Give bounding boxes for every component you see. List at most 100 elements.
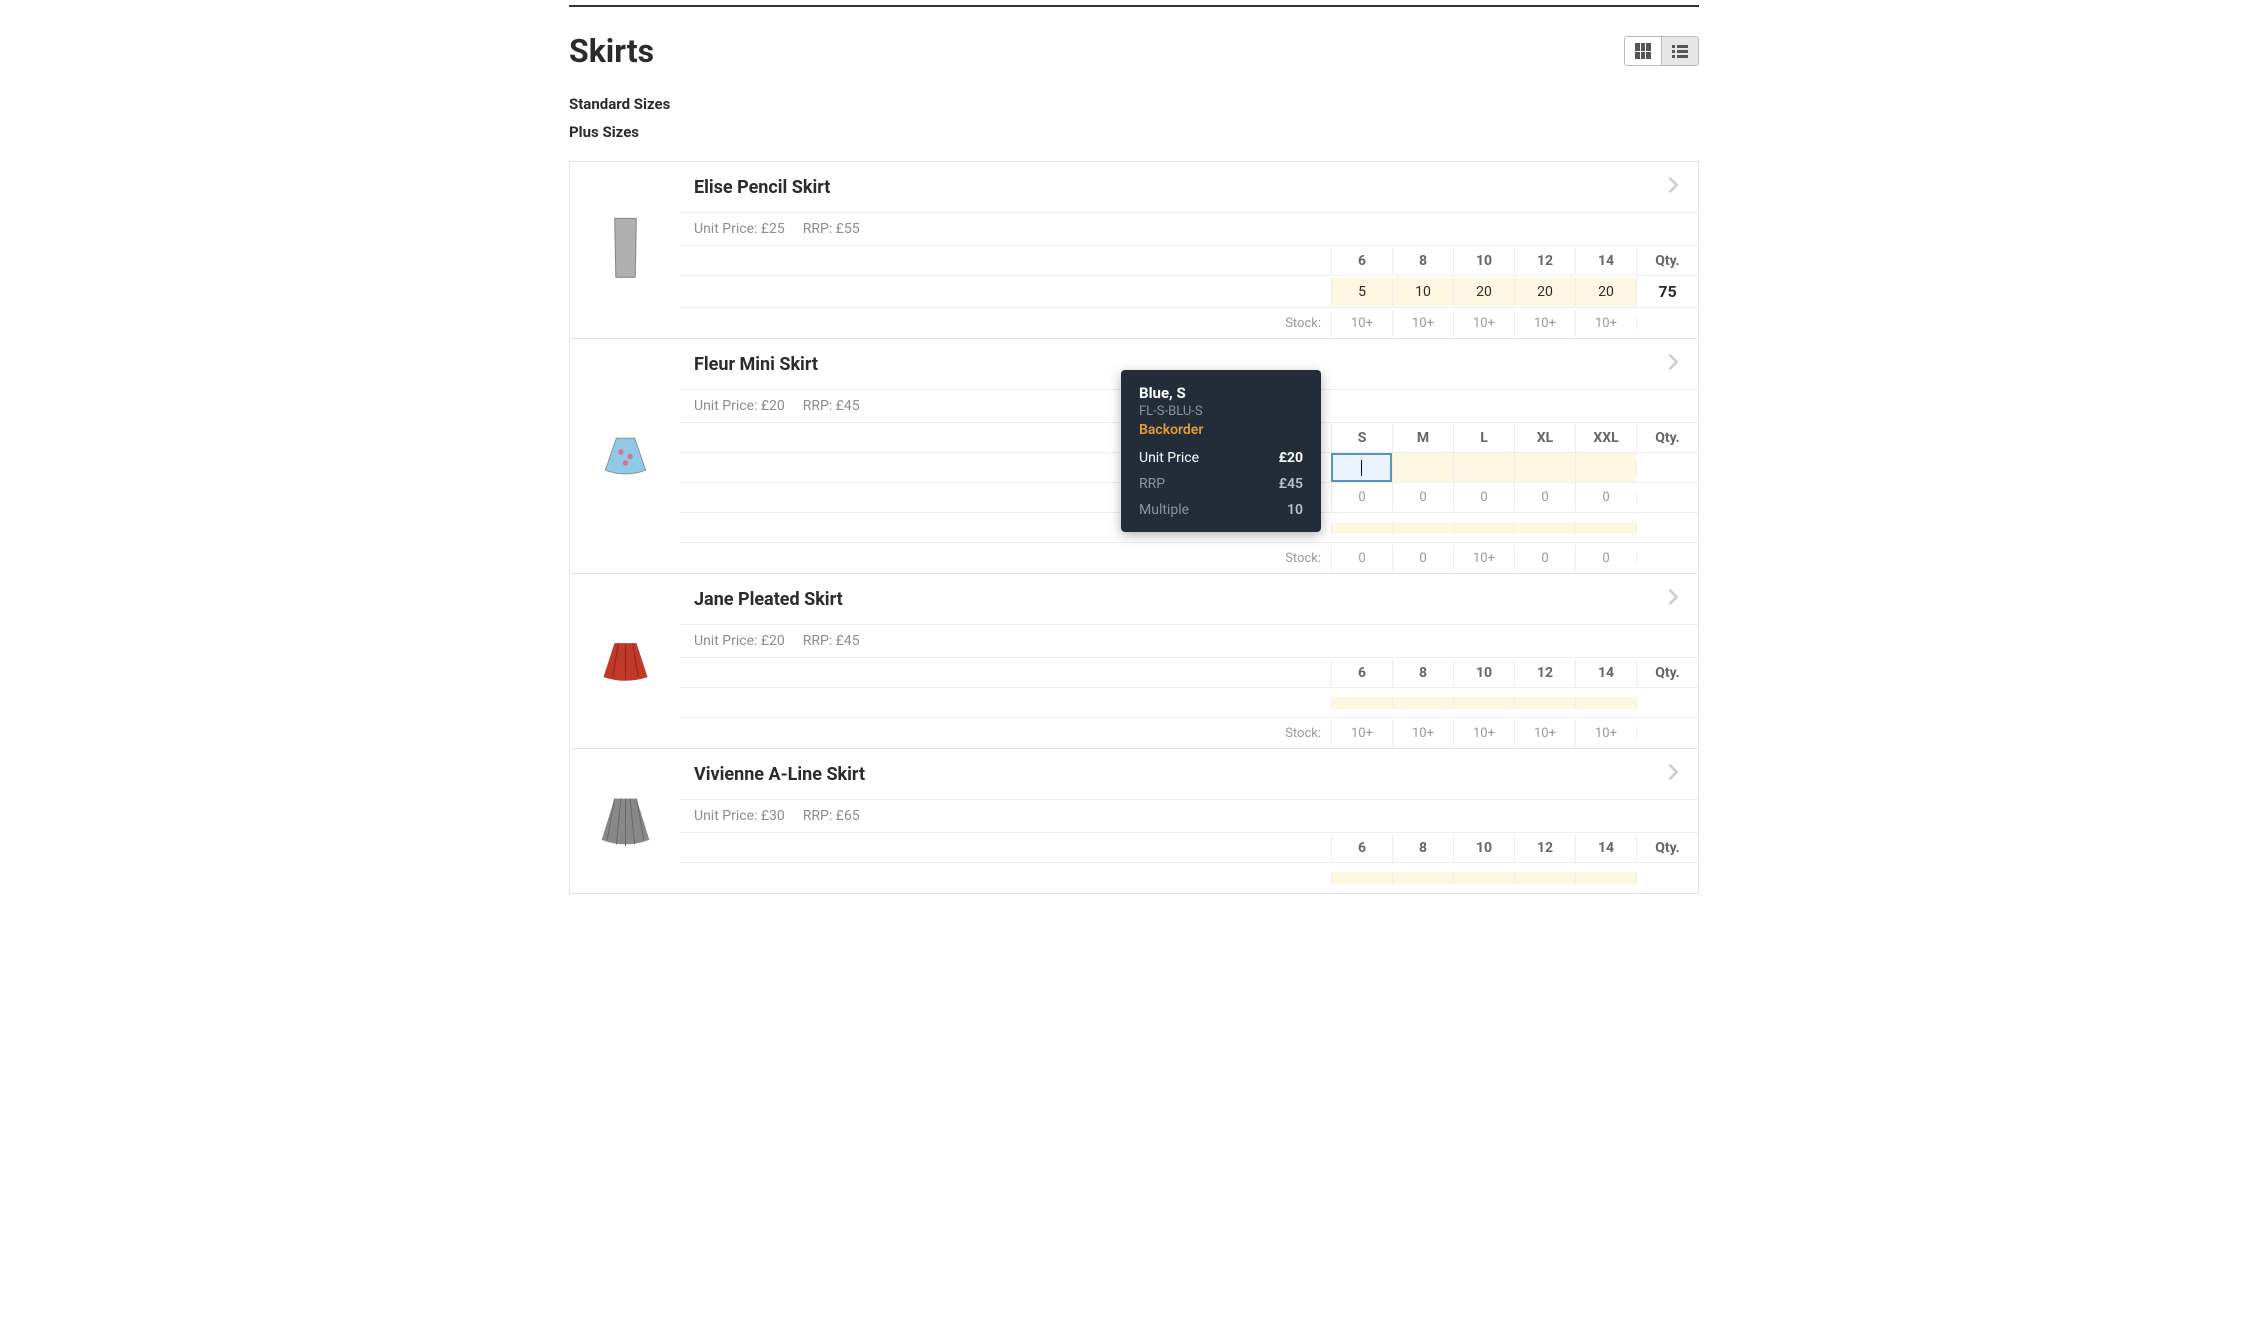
tooltip-rrp-val: £45 — [1279, 476, 1303, 492]
size-header-cell: 6 — [1331, 247, 1392, 275]
qty-input[interactable] — [1453, 522, 1514, 534]
qty-total: 75 — [1636, 276, 1698, 307]
qty-input[interactable] — [1514, 453, 1575, 481]
qty-input[interactable]: 20 — [1575, 278, 1636, 306]
rrp-label: RRP: £45 — [803, 398, 860, 414]
size-header-cell: 14 — [1575, 659, 1636, 687]
stock-cell: 0 — [1514, 545, 1575, 572]
rrp-label: RRP: £55 — [803, 221, 860, 237]
product-thumbnail — [570, 162, 680, 338]
size-header-cell: 8 — [1392, 659, 1453, 687]
size-header-cell: 12 — [1514, 834, 1575, 862]
stock-cell: 10+ — [1453, 545, 1514, 572]
qty-total: Qty. — [1636, 424, 1698, 452]
size-header-cell: 14 — [1575, 247, 1636, 275]
tooltip-unit-price-label: Unit Price — [1139, 450, 1199, 466]
qty-input[interactable] — [1575, 872, 1636, 884]
chevron-right-icon[interactable] — [1662, 586, 1684, 612]
unit-price-label: Unit Price: £20 — [694, 633, 785, 649]
qty-input[interactable] — [1331, 453, 1392, 481]
qty-input[interactable] — [1514, 697, 1575, 709]
qty-total — [1636, 697, 1698, 709]
chevron-right-icon[interactable] — [1662, 761, 1684, 787]
qty-input[interactable] — [1392, 697, 1453, 709]
qty-total: Qty. — [1636, 659, 1698, 687]
stock-cell: 0 — [1453, 484, 1514, 511]
qty-input[interactable] — [1575, 697, 1636, 709]
unit-price-label: Unit Price: £25 — [694, 221, 785, 237]
stock-label: Stock: — [680, 551, 1331, 566]
qty-total: Qty. — [1636, 247, 1698, 275]
size-header-cell: S — [1331, 424, 1392, 452]
qty-input[interactable]: 10 — [1392, 278, 1453, 306]
variant-tooltip: Blue, SFL-S-BLU-SBackorderUnit Price£20R… — [1121, 370, 1321, 532]
chevron-right-icon[interactable] — [1662, 174, 1684, 200]
size-header-cell: 14 — [1575, 834, 1636, 862]
size-header-cell: 8 — [1392, 834, 1453, 862]
qty-total — [1636, 492, 1698, 504]
size-header-cell: L — [1453, 424, 1514, 452]
qty-total — [1636, 552, 1698, 564]
qty-total — [1636, 727, 1698, 739]
qty-input[interactable] — [1514, 872, 1575, 884]
qty-input[interactable]: 5 — [1331, 278, 1392, 306]
stock-cell: 10+ — [1392, 720, 1453, 747]
stock-cell: 0 — [1575, 484, 1636, 511]
size-header-cell: 6 — [1331, 659, 1392, 687]
stock-cell: 0 — [1575, 545, 1636, 572]
stock-cell: 0 — [1392, 545, 1453, 572]
tooltip-multiple-label: Multiple — [1139, 502, 1189, 518]
plus-sizes-link[interactable]: Plus Sizes — [569, 123, 1699, 141]
tooltip-status: Backorder — [1139, 422, 1303, 438]
unit-price-label: Unit Price: £20 — [694, 398, 785, 414]
rrp-label: RRP: £45 — [803, 633, 860, 649]
view-toggle-group — [1624, 36, 1699, 66]
tooltip-multiple-val: 10 — [1287, 502, 1303, 518]
grid-view-button[interactable] — [1625, 37, 1661, 65]
qty-input[interactable] — [1453, 453, 1514, 481]
product-title: Jane Pleated Skirt — [694, 589, 843, 610]
stock-cell: 0 — [1331, 545, 1392, 572]
size-header-cell: 12 — [1514, 247, 1575, 275]
stock-cell: 10+ — [1331, 720, 1392, 747]
qty-total: Qty. — [1636, 834, 1698, 862]
qty-input[interactable] — [1575, 453, 1636, 481]
standard-sizes-link[interactable]: Standard Sizes — [569, 95, 1699, 113]
size-header-cell: 12 — [1514, 659, 1575, 687]
qty-input[interactable] — [1575, 522, 1636, 534]
qty-input[interactable] — [1331, 522, 1392, 534]
stock-cell: 0 — [1392, 484, 1453, 511]
grid-icon — [1635, 43, 1651, 59]
qty-input[interactable]: 20 — [1514, 278, 1575, 306]
tooltip-sku: FL-S-BLU-S — [1139, 404, 1303, 419]
qty-input[interactable] — [1453, 697, 1514, 709]
qty-input[interactable] — [1514, 522, 1575, 534]
unit-price-label: Unit Price: £30 — [694, 808, 785, 824]
stock-cell: 0 — [1514, 484, 1575, 511]
qty-input[interactable] — [1392, 453, 1453, 481]
chevron-right-icon[interactable] — [1662, 351, 1684, 377]
stock-cell: 10+ — [1575, 310, 1636, 337]
size-header-cell: XL — [1514, 424, 1575, 452]
stock-cell: 10+ — [1331, 310, 1392, 337]
stock-cell: 10+ — [1453, 310, 1514, 337]
qty-input[interactable] — [1331, 697, 1392, 709]
page-title: Skirts — [569, 32, 654, 70]
size-header-cell: 10 — [1453, 659, 1514, 687]
stock-label: Stock: — [680, 726, 1331, 741]
list-view-button[interactable] — [1661, 37, 1698, 65]
qty-total — [1636, 462, 1698, 474]
qty-input[interactable] — [1392, 522, 1453, 534]
stock-cell: 0 — [1331, 484, 1392, 511]
qty-input[interactable]: 20 — [1453, 278, 1514, 306]
qty-input[interactable] — [1453, 872, 1514, 884]
product-thumbnail — [570, 339, 680, 573]
qty-input[interactable] — [1331, 872, 1392, 884]
qty-input[interactable] — [1392, 872, 1453, 884]
tooltip-unit-price-val: £20 — [1279, 450, 1303, 466]
stock-cell: 10+ — [1575, 720, 1636, 747]
stock-cell: 10+ — [1514, 310, 1575, 337]
qty-total — [1636, 872, 1698, 884]
qty-total — [1636, 522, 1698, 534]
size-header-cell: XXL — [1575, 424, 1636, 452]
